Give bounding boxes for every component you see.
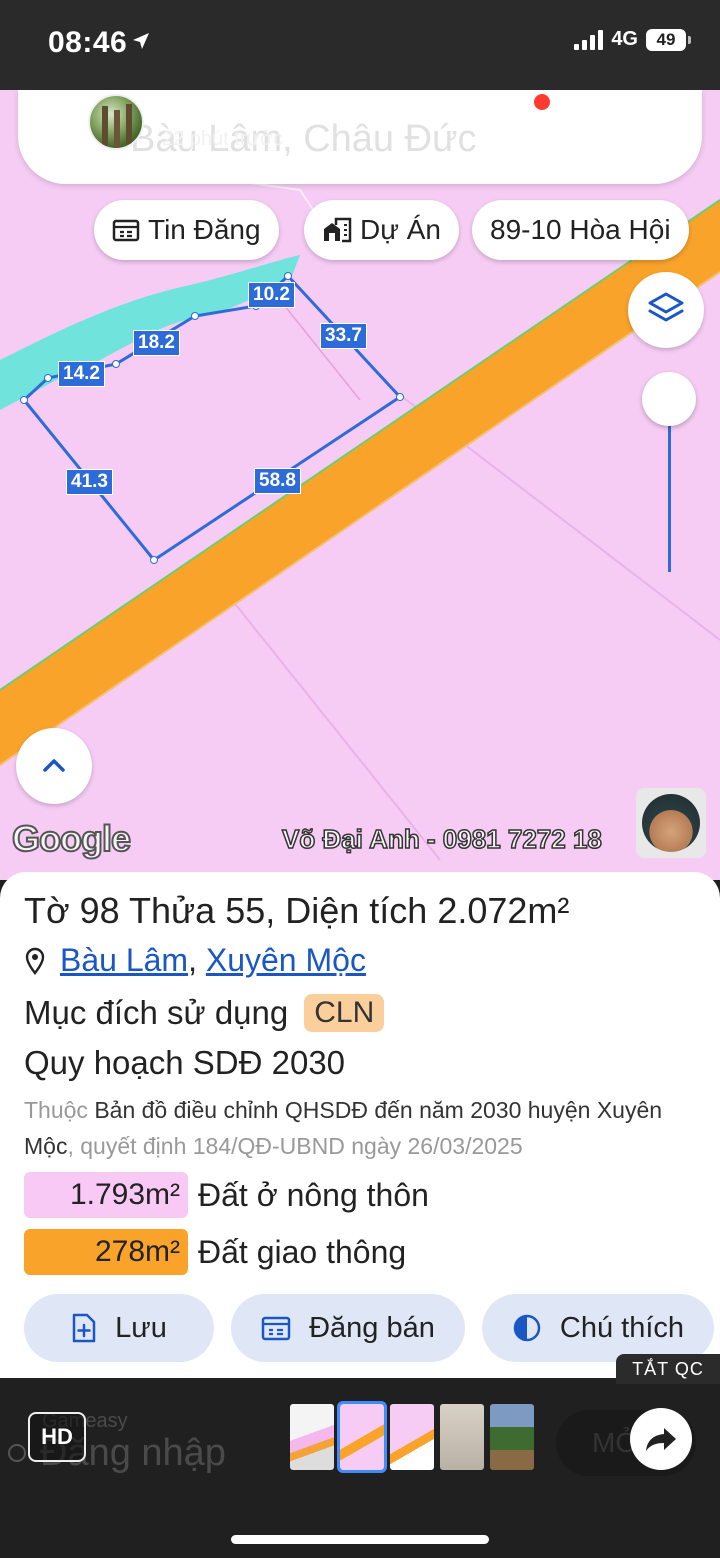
download-icon[interactable]: [578, 104, 620, 146]
layers-button[interactable]: [628, 272, 704, 348]
location-arrow-icon: [133, 33, 149, 49]
location-pin-icon: [25, 947, 45, 975]
zone-row: 278m² Đất giao thông: [24, 1229, 406, 1275]
plan-description: Thuộc Bản đồ điều chỉnh QHSDĐ đến năm 20…: [24, 1092, 704, 1164]
network-type: 4G: [611, 28, 638, 50]
share-button[interactable]: [630, 1408, 692, 1470]
edge-length-label: 10.2: [248, 282, 295, 308]
edge-length-label: 41.3: [66, 469, 113, 495]
home-indicator: [231, 1535, 489, 1544]
image-thumbnails: [290, 1401, 534, 1473]
edge-length-label: 33.7: [320, 323, 367, 349]
parcel-label: Thửa: [129, 890, 216, 931]
plan-desc-suffix: , quyết định 184/QĐ-UBND ngày 26/03/2025: [67, 1133, 523, 1159]
share-arrow-icon: [646, 1428, 676, 1451]
chip-label: 89-10 Hòa Hội: [490, 214, 671, 245]
save-label: Lưu: [115, 1311, 167, 1344]
land-use-purpose: Mục đích sử dụng CLN: [24, 994, 385, 1032]
opacity-slider-knob[interactable]: [642, 372, 696, 426]
cloud-upload-icon[interactable]: [498, 104, 540, 146]
back-arrow-icon[interactable]: [18, 104, 58, 144]
file-add-icon: [72, 1313, 96, 1343]
thumbnail[interactable]: [390, 1404, 434, 1470]
battery-icon: 49: [646, 28, 691, 51]
save-button[interactable]: Lưu: [24, 1294, 214, 1362]
chip-du-an[interactable]: Dự Án: [304, 200, 459, 260]
area-label: , Diện tích: [265, 890, 428, 931]
building-icon: [324, 217, 352, 243]
edge-length-label: 58.8: [254, 468, 301, 494]
area-unit: m²: [527, 890, 570, 931]
chip-label: Tin Đăng: [148, 214, 261, 245]
zone-label: Đất ở nông thôn: [198, 1176, 429, 1213]
status-right: 4G 49: [574, 28, 691, 51]
zone-area: 1.793m²: [24, 1172, 188, 1218]
thumbnail[interactable]: [290, 1404, 334, 1470]
expand-sheet-button[interactable]: [16, 728, 92, 804]
posted-time: 22 phút trước: [162, 128, 284, 150]
parcel-title: Tờ 98 Thửa 55, Diện tích 2.072m²: [24, 890, 569, 932]
location-line: Bàu Lâm, Xuyên Mộc: [24, 942, 366, 979]
chip-label: Dự Án: [360, 214, 441, 245]
post-header: Tony Phát 22 phút trước: [0, 86, 720, 168]
layers-icon: [648, 292, 684, 322]
plan-title: Quy hoạch SDĐ 2030: [24, 1044, 346, 1081]
notification-dot: [534, 94, 550, 110]
comma-separator: ,: [188, 942, 206, 978]
hd-badge[interactable]: HD: [28, 1412, 86, 1462]
status-bar: 08:46 4G 49: [0, 0, 720, 90]
signal-icon: [574, 29, 604, 50]
watermark-text: Võ Đại Anh - 0981 7272 18: [281, 823, 602, 855]
more-options-icon[interactable]: [658, 104, 702, 146]
zone-row: 1.793m² Đất ở nông thôn: [24, 1172, 429, 1218]
thumbnail[interactable]: [337, 1401, 387, 1473]
contrast-icon: [513, 1314, 541, 1342]
watermark-avatar: [636, 788, 706, 858]
calendar-icon: [261, 1316, 291, 1341]
zone-label: Đất giao thông: [198, 1233, 407, 1270]
edge-length-label: 18.2: [133, 330, 180, 356]
poster-avatar[interactable]: [88, 94, 144, 150]
purpose-badge: CLN: [304, 994, 385, 1032]
district-link[interactable]: Xuyên Mộc: [206, 942, 366, 978]
edge-length-label: 14.2: [58, 361, 105, 387]
opacity-slider-track[interactable]: [668, 424, 671, 572]
purpose-label: Mục đích sử dụng: [24, 994, 289, 1031]
poster-name[interactable]: Tony Phát: [162, 96, 282, 127]
thumbnail[interactable]: [440, 1404, 484, 1470]
parcel-number: 55: [225, 890, 266, 931]
status-time: 08:46: [48, 26, 128, 59]
ward-link[interactable]: Bàu Lâm: [60, 942, 188, 978]
sheet-number: 98: [79, 890, 120, 931]
post-sale-label: Đăng bán: [309, 1311, 435, 1344]
thumbnail[interactable]: [490, 1404, 534, 1470]
chip-tin-dang[interactable]: Tin Đăng: [94, 200, 279, 260]
zone-area: 278m²: [24, 1229, 188, 1275]
close-ad-button[interactable]: TẮT QC: [616, 1354, 720, 1384]
chevron-up-icon: [43, 759, 65, 772]
google-logo: Google: [11, 817, 132, 860]
legend-label: Chú thích: [559, 1311, 685, 1344]
plan-desc-prefix: Thuộc: [24, 1097, 88, 1123]
area-value: 2.072: [437, 890, 528, 931]
chip-location[interactable]: 89-10 Hòa Hội: [472, 200, 689, 260]
title-prefix: Tờ: [24, 890, 70, 931]
info-icon[interactable]: [8, 1444, 26, 1462]
post-sale-button[interactable]: Đăng bán: [231, 1294, 465, 1362]
legend-button[interactable]: Chú thích: [482, 1294, 714, 1362]
calendar-icon: [112, 219, 140, 242]
